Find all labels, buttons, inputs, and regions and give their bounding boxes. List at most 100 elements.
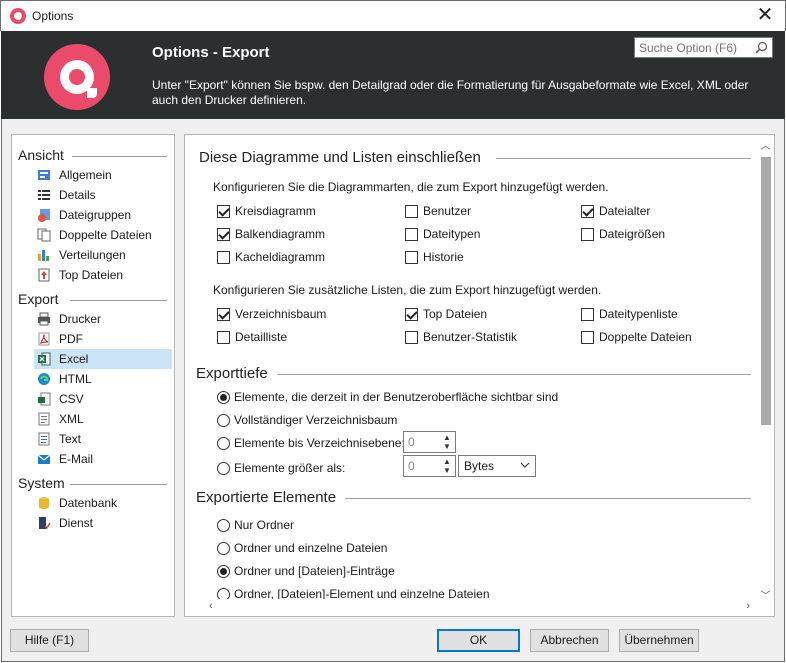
scroll-right-icon[interactable]: › bbox=[746, 600, 750, 612]
page-title: Options - Export bbox=[152, 44, 270, 61]
radio-full-tree[interactable]: Vollständiger Verzeichnisbaum bbox=[217, 412, 397, 428]
sidebar-item-csv[interactable]: CSV bbox=[34, 389, 172, 409]
section-charts-lists-heading: Diese Diagramme und Listen einschließen bbox=[199, 149, 481, 166]
sidebar-item-label: XML bbox=[59, 412, 84, 426]
chevron-down-icon bbox=[520, 462, 530, 468]
size-unit-select[interactable]: Bytes bbox=[458, 455, 536, 477]
radio-up-to-level[interactable]: Elemente bis Verzeichnisebene: bbox=[217, 435, 405, 451]
size-stepper[interactable]: 0 ▲ ▼ bbox=[403, 455, 456, 477]
scroll-up-icon[interactable]: ︿ bbox=[759, 137, 772, 152]
general-icon bbox=[38, 170, 50, 180]
details-icon bbox=[38, 190, 50, 200]
page-description: Unter "Export" können Sie bspw. den Deta… bbox=[152, 78, 749, 107]
title-bar: Options ✕ bbox=[0, 0, 786, 31]
checkbox-dateitypen[interactable]: Dateitypen bbox=[405, 226, 480, 242]
level-stepper[interactable]: 0 ▲ ▼ bbox=[403, 431, 456, 453]
checkbox-dateialter[interactable]: Dateialter bbox=[581, 203, 650, 219]
sidebar-item-top-dateien[interactable]: Top Dateien bbox=[34, 265, 172, 285]
scroll-thumb[interactable] bbox=[761, 157, 771, 425]
sidebar-item-allgemein[interactable]: Allgemein bbox=[34, 165, 172, 185]
html-icon bbox=[38, 373, 50, 385]
section-exporttiefe-heading: Exporttiefe bbox=[196, 365, 268, 382]
ok-button[interactable]: OK bbox=[437, 629, 520, 652]
sidebar-item-label: Details bbox=[59, 188, 96, 202]
search-icon[interactable] bbox=[755, 41, 768, 54]
charts-description: Konfigurieren Sie die Diagrammarten, die… bbox=[213, 180, 609, 194]
sidebar-item-label: PDF bbox=[59, 332, 83, 346]
search-input[interactable] bbox=[635, 38, 745, 57]
sidebar-group-export: Export bbox=[18, 291, 59, 307]
sidebar: Ansicht Allgemein Details Dateigruppen D… bbox=[11, 134, 175, 617]
checkbox-doppelte-dateien[interactable]: Doppelte Dateien bbox=[581, 329, 692, 345]
csv-icon bbox=[38, 392, 51, 406]
sidebar-item-label: CSV bbox=[59, 392, 84, 406]
sidebar-item-pdf[interactable]: PDF bbox=[34, 329, 172, 349]
sidebar-item-dateigruppen[interactable]: Dateigruppen bbox=[34, 205, 172, 225]
sidebar-item-drucker[interactable]: Drucker bbox=[34, 309, 172, 329]
checkbox-verzeichnisbaum[interactable]: Verzeichnisbaum bbox=[217, 306, 326, 322]
sidebar-item-xml[interactable]: XML bbox=[34, 409, 172, 429]
content-panel[interactable]: Diese Diagramme und Listen einschließen … bbox=[184, 134, 775, 617]
divider bbox=[345, 498, 751, 499]
sidebar-item-label: E-Mail bbox=[59, 452, 94, 466]
checkbox-dateitypenliste[interactable]: Dateitypenliste bbox=[581, 306, 678, 322]
duplicate-files-icon bbox=[37, 228, 51, 242]
checkbox-dateigroessen[interactable]: Dateigrößen bbox=[581, 226, 665, 242]
sidebar-item-details[interactable]: Details bbox=[34, 185, 172, 205]
header-banner: Options - Export Unter "Export" können S… bbox=[1, 31, 785, 119]
checkbox-kreisdiagramm[interactable]: Kreisdiagramm bbox=[217, 203, 316, 219]
scroll-down-icon[interactable]: ﹀ bbox=[759, 587, 772, 602]
sidebar-item-excel[interactable]: Excel bbox=[34, 349, 172, 369]
checkbox-detailliste[interactable]: Detailliste bbox=[217, 329, 287, 345]
sidebar-item-label: Verteilungen bbox=[59, 248, 126, 262]
radio-folders-and-file-entries[interactable]: Ordner und [Dateien]-Einträge bbox=[217, 563, 395, 579]
chevron-down-icon[interactable]: ▼ bbox=[442, 442, 452, 451]
sidebar-item-doppelte-dateien[interactable]: Doppelte Dateien bbox=[34, 225, 172, 245]
pdf-icon bbox=[38, 332, 50, 346]
help-button[interactable]: Hilfe (F1) bbox=[10, 629, 89, 652]
sidebar-item-label: Allgemein bbox=[59, 168, 112, 182]
checkbox-historie[interactable]: Historie bbox=[405, 249, 464, 265]
sidebar-item-html[interactable]: HTML bbox=[34, 369, 172, 389]
filegroups-icon bbox=[38, 209, 50, 222]
cancel-button[interactable]: Abbrechen bbox=[530, 629, 609, 652]
radio-visible-elements[interactable]: Elemente, die derzeit in der Benutzerobe… bbox=[217, 389, 558, 405]
checkbox-kacheldiagramm[interactable]: Kacheldiagramm bbox=[217, 249, 325, 265]
text-icon bbox=[38, 432, 50, 446]
section-exportierte-elemente-heading: Exportierte Elemente bbox=[196, 489, 337, 506]
email-icon bbox=[37, 454, 51, 464]
chevron-down-icon[interactable]: ▼ bbox=[442, 466, 452, 475]
sidebar-item-text[interactable]: Text bbox=[34, 429, 172, 449]
apply-button[interactable]: Übernehmen bbox=[619, 629, 699, 652]
search-field[interactable] bbox=[634, 37, 773, 58]
close-icon[interactable]: ✕ bbox=[753, 4, 777, 28]
checkbox-benutzer-statistik[interactable]: Benutzer-Statistik bbox=[405, 329, 517, 345]
logo-icon bbox=[44, 44, 110, 110]
horizontal-scrollbar[interactable]: ‹ › bbox=[185, 599, 774, 616]
sidebar-item-dienst[interactable]: Dienst bbox=[34, 513, 172, 533]
checkbox-benutzer[interactable]: Benutzer bbox=[405, 203, 471, 219]
divider bbox=[70, 300, 167, 301]
chevron-up-icon[interactable]: ▲ bbox=[442, 457, 452, 466]
database-icon bbox=[39, 497, 49, 509]
xml-icon bbox=[38, 412, 50, 426]
radio-only-folders[interactable]: Nur Ordner bbox=[217, 517, 294, 533]
chevron-up-icon[interactable]: ▲ bbox=[442, 433, 452, 442]
sidebar-item-email[interactable]: E-Mail bbox=[34, 449, 172, 469]
scroll-left-icon[interactable]: ‹ bbox=[209, 600, 213, 612]
radio-larger-than[interactable]: Elemente größer als: bbox=[217, 460, 345, 476]
vertical-scrollbar[interactable]: ︿ ﹀ bbox=[757, 135, 774, 602]
sidebar-item-datenbank[interactable]: Datenbank bbox=[34, 493, 172, 513]
sidebar-item-label: Excel bbox=[59, 352, 89, 366]
sidebar-item-verteilungen[interactable]: Verteilungen bbox=[34, 245, 172, 265]
sidebar-item-label: HTML bbox=[59, 372, 92, 386]
excel-icon bbox=[38, 352, 51, 366]
checkbox-top-dateien[interactable]: Top Dateien bbox=[405, 306, 487, 322]
printer-icon bbox=[38, 312, 50, 326]
checkbox-balkendiagramm[interactable]: Balkendiagramm bbox=[217, 226, 325, 242]
radio-folders-and-files[interactable]: Ordner und einzelne Dateien bbox=[217, 540, 387, 556]
sidebar-item-label: Datenbank bbox=[59, 496, 118, 510]
sidebar-item-label: Top Dateien bbox=[59, 268, 124, 282]
divider bbox=[72, 156, 167, 157]
sidebar-group-system: System bbox=[18, 475, 65, 491]
